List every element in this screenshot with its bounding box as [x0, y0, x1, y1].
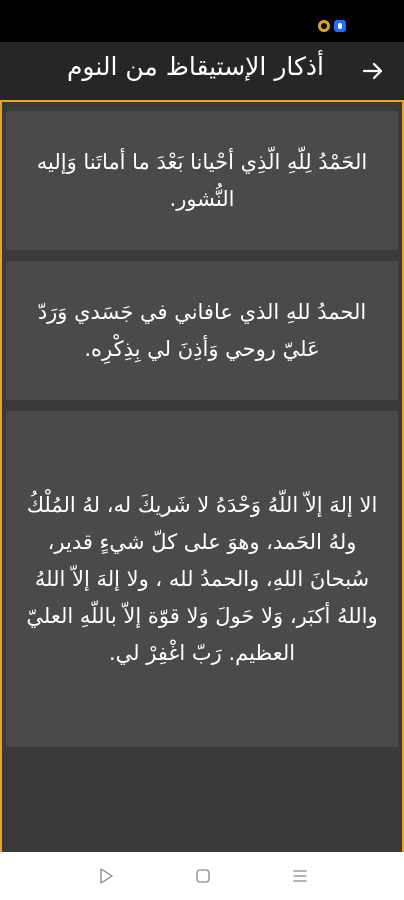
app-frame: أذكار الإستيقاظ من النوم الحَمْدُ لِلّهِ… — [0, 42, 404, 852]
toolbar: أذكار الإستيقاظ من النوم — [0, 42, 404, 102]
nav-back-button[interactable] — [96, 866, 116, 886]
dhikr-card[interactable]: الحمدُ للهِ الذي عافاني في جَسَدي وَرَدّ… — [6, 261, 398, 400]
dhikr-text: الحَمْدُ لِلّهِ الّذِي أحْيانا بَعْدَ ما… — [36, 149, 368, 211]
status-bar — [0, 0, 404, 42]
system-nav-bar — [0, 852, 404, 900]
nav-recents-button[interactable] — [290, 866, 310, 886]
dhikr-card[interactable]: الا إلهَ إلاّ اللّهُ وَحْدَهُ لا شَريكَ … — [6, 411, 398, 747]
recents-menu-icon — [293, 870, 307, 882]
arrow-right-icon — [362, 62, 383, 80]
dhikr-text: الحمدُ للهِ الذي عافاني في جَسَدي وَرَدّ… — [37, 299, 367, 361]
blue-notification-icon — [334, 20, 346, 32]
amber-notification-icon — [318, 20, 330, 32]
dhikr-text: الا إلهَ إلاّ اللّهُ وَحْدَهُ لا شَريكَ … — [26, 492, 378, 665]
status-icons — [318, 20, 346, 32]
page-title: أذكار الإستيقاظ من النوم — [66, 52, 324, 81]
dhikr-card[interactable]: الحَمْدُ لِلّهِ الّذِي أحْيانا بَعْدَ ما… — [6, 111, 398, 250]
back-triangle-icon — [100, 868, 113, 884]
phone-screen: أذكار الإستيقاظ من النوم الحَمْدُ لِلّهِ… — [0, 0, 404, 900]
adhkar-list[interactable]: الحَمْدُ لِلّهِ الّذِي أحْيانا بَعْدَ ما… — [2, 102, 402, 852]
home-square-icon — [196, 869, 210, 883]
nav-home-button[interactable] — [193, 866, 213, 886]
back-button[interactable] — [360, 58, 386, 84]
